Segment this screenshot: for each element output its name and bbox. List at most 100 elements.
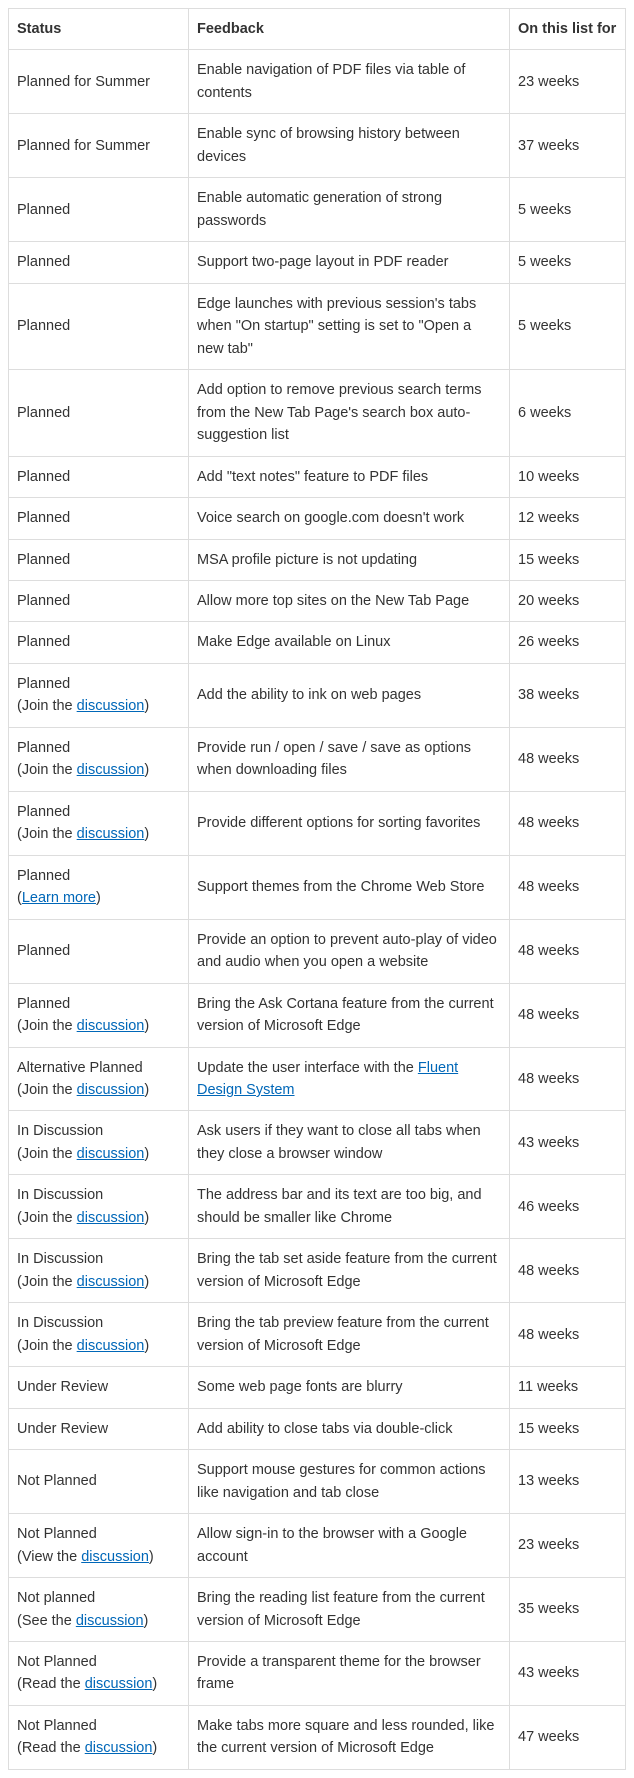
feedback-cell: Provide run / open / save / save as opti… xyxy=(189,727,510,791)
status-text: Planned xyxy=(17,740,70,756)
status-cell: Not Planned(Read the discussion) xyxy=(9,1705,189,1769)
status-text: In Discussion xyxy=(17,1251,103,1267)
status-cell: Planned xyxy=(9,283,189,369)
duration-cell: 35 weeks xyxy=(510,1578,626,1642)
feedback-cell: Support mouse gestures for common action… xyxy=(189,1450,510,1514)
duration-cell: 13 weeks xyxy=(510,1450,626,1514)
feedback-text: Make tabs more square and less rounded, … xyxy=(197,1718,494,1756)
feedback-text: Update the user interface with the xyxy=(197,1060,418,1076)
status-link[interactable]: discussion xyxy=(77,1210,145,1226)
duration-cell: 26 weeks xyxy=(510,622,626,663)
status-link-suffix: ) xyxy=(144,1338,149,1354)
status-cell: Planned for Summer xyxy=(9,114,189,178)
feedback-cell: Provide different options for sorting fa… xyxy=(189,791,510,855)
feedback-cell: Edge launches with previous session's ta… xyxy=(189,283,510,369)
feedback-text: Enable sync of browsing history between … xyxy=(197,126,460,164)
status-link-suffix: ) xyxy=(149,1549,154,1565)
feedback-cell: Provide a transparent theme for the brow… xyxy=(189,1641,510,1705)
feedback-text: Edge launches with previous session's ta… xyxy=(197,296,476,357)
table-row: Planned(Join the discussion)Provide run … xyxy=(9,727,626,791)
status-link[interactable]: Learn more xyxy=(22,890,96,906)
duration-cell: 38 weeks xyxy=(510,663,626,727)
status-link-prefix: (Read the xyxy=(17,1676,85,1692)
status-link[interactable]: discussion xyxy=(77,762,145,778)
status-cell: Not planned(See the discussion) xyxy=(9,1578,189,1642)
table-row: PlannedSupport two-page layout in PDF re… xyxy=(9,242,626,283)
status-text: Under Review xyxy=(17,1379,108,1395)
status-text: Planned xyxy=(17,804,70,820)
feedback-text: Provide different options for sorting fa… xyxy=(197,815,480,831)
status-link[interactable]: discussion xyxy=(77,1018,145,1034)
status-text: Planned xyxy=(17,510,70,526)
status-link-prefix: (Read the xyxy=(17,1740,85,1756)
feedback-text: Support themes from the Chrome Web Store xyxy=(197,879,484,895)
status-text: Planned for Summer xyxy=(17,74,150,90)
status-cell: Not Planned(View the discussion) xyxy=(9,1514,189,1578)
status-text: Planned xyxy=(17,634,70,650)
status-text: Planned xyxy=(17,996,70,1012)
feedback-cell: Enable sync of browsing history between … xyxy=(189,114,510,178)
status-cell: In Discussion(Join the discussion) xyxy=(9,1239,189,1303)
table-row: Alternative Planned(Join the discussion)… xyxy=(9,1047,626,1111)
duration-cell: 23 weeks xyxy=(510,50,626,114)
feedback-cell: Update the user interface with the Fluen… xyxy=(189,1047,510,1111)
duration-cell: 37 weeks xyxy=(510,114,626,178)
status-link-suffix: ) xyxy=(144,1018,149,1034)
status-link[interactable]: discussion xyxy=(85,1740,153,1756)
duration-cell: 10 weeks xyxy=(510,456,626,497)
status-link[interactable]: discussion xyxy=(81,1549,149,1565)
feedback-cell: Voice search on google.com doesn't work xyxy=(189,498,510,539)
status-text: Planned xyxy=(17,552,70,568)
feedback-text: Allow sign-in to the browser with a Goog… xyxy=(197,1526,467,1564)
status-text: Planned xyxy=(17,469,70,485)
table-row: Under Review Some web page fonts are blur… xyxy=(9,1367,626,1408)
feedback-text: Enable automatic generation of strong pa… xyxy=(197,190,442,228)
status-link[interactable]: discussion xyxy=(77,1082,145,1098)
status-cell: Planned xyxy=(9,580,189,621)
duration-cell: 12 weeks xyxy=(510,498,626,539)
status-link-suffix: ) xyxy=(152,1740,157,1756)
feedback-text: Bring the tab preview feature from the c… xyxy=(197,1315,489,1353)
status-link[interactable]: discussion xyxy=(76,1613,144,1629)
status-link-prefix: (Join the xyxy=(17,698,77,714)
status-cell: Planned(Join the discussion) xyxy=(9,663,189,727)
status-link[interactable]: discussion xyxy=(77,698,145,714)
table-row: Not Planned(View the discussion)Allow si… xyxy=(9,1514,626,1578)
status-cell: Alternative Planned(Join the discussion) xyxy=(9,1047,189,1111)
duration-cell: 48 weeks xyxy=(510,1239,626,1303)
feedback-text: Add ability to close tabs via double-cli… xyxy=(197,1421,453,1437)
table-row: In Discussion(Join the discussion)Bring … xyxy=(9,1239,626,1303)
table-row: Planned(Join the discussion)Provide diff… xyxy=(9,791,626,855)
status-text: In Discussion xyxy=(17,1187,103,1203)
feedback-text: Make Edge available on Linux xyxy=(197,634,390,650)
table-row: Planned Make Edge available on Linux 26 we… xyxy=(9,622,626,663)
feedback-cell: Some web page fonts are blurry xyxy=(189,1367,510,1408)
feedback-text: Ask users if they want to close all tabs… xyxy=(197,1123,481,1161)
status-text: In Discussion xyxy=(17,1123,103,1139)
table-row: Planned for SummerEnable navigation of P… xyxy=(9,50,626,114)
feedback-text: Add "text notes" feature to PDF files xyxy=(197,469,428,485)
status-link[interactable]: discussion xyxy=(77,826,145,842)
status-link[interactable]: discussion xyxy=(85,1676,153,1692)
feedback-cell: Allow more top sites on the New Tab Page xyxy=(189,580,510,621)
status-link[interactable]: discussion xyxy=(77,1274,145,1290)
status-text: Planned xyxy=(17,943,70,959)
header-duration: On this list for xyxy=(510,9,626,50)
feedback-cell: Make Edge available on Linux xyxy=(189,622,510,663)
status-cell: Planned xyxy=(9,242,189,283)
status-cell: Planned xyxy=(9,456,189,497)
status-cell: Under Review xyxy=(9,1408,189,1449)
feedback-cell: Bring the tab set aside feature from the… xyxy=(189,1239,510,1303)
feedback-text: Bring the reading list feature from the … xyxy=(197,1590,485,1628)
duration-cell: 6 weeks xyxy=(510,370,626,456)
status-link-suffix: ) xyxy=(144,762,149,778)
duration-cell: 11 weeks xyxy=(510,1367,626,1408)
duration-cell: 48 weeks xyxy=(510,1047,626,1111)
status-link[interactable]: discussion xyxy=(77,1146,145,1162)
status-link[interactable]: discussion xyxy=(77,1338,145,1354)
feedback-text: Provide a transparent theme for the brow… xyxy=(197,1654,481,1692)
status-link-prefix: (Join the xyxy=(17,1274,77,1290)
feedback-text: MSA profile picture is not updating xyxy=(197,552,417,568)
duration-cell: 15 weeks xyxy=(510,1408,626,1449)
status-text: Planned xyxy=(17,405,70,421)
